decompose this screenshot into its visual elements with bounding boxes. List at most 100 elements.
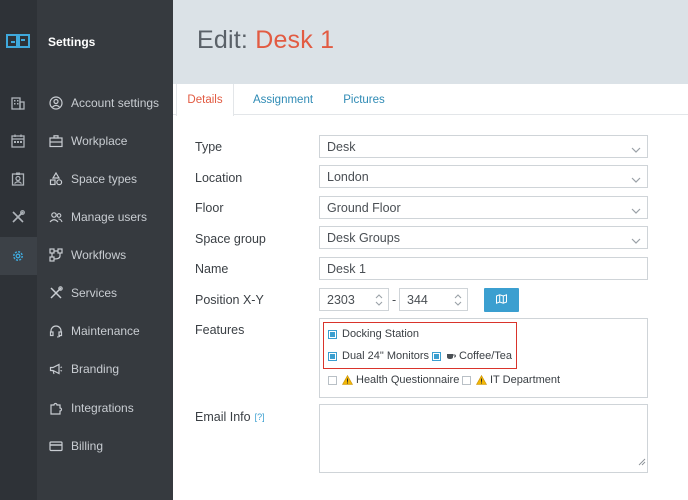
calendar-icon[interactable] [9,132,27,150]
map-icon [496,291,507,309]
sidebar-item-billing[interactable]: Billing [37,427,173,465]
email-info-textarea[interactable] [319,404,648,473]
puzzle-icon [48,400,64,416]
name-label: Name [195,262,229,276]
sidebar-item-label: Maintenance [71,324,140,338]
feature-health-questionnaire[interactable]: Health Questionnaire [328,374,459,386]
settings-menu: Settings Account settings Workplace Spac… [37,0,173,500]
stepper-arrows-icon[interactable] [375,292,383,311]
sidebar-item-label: Integrations [71,401,134,415]
users-icon [48,209,64,225]
feature-label: Health Questionnaire [356,374,460,386]
type-select[interactable]: Desk [319,135,648,158]
name-input-value: Desk 1 [327,261,366,276]
floor-label: Floor [195,201,224,215]
space-group-select[interactable]: Desk Groups [319,226,648,249]
feature-docking-station[interactable]: Docking Station [328,328,419,340]
megaphone-icon [48,361,64,377]
warning-icon [342,375,353,385]
page-title: Edit: Desk 1 [197,26,334,55]
feature-label: IT Department [490,374,561,386]
space-group-label: Space group [195,232,266,246]
credit-card-icon [48,438,64,454]
tab-bar: Details Assignment Pictures [173,84,688,116]
feature-label: Dual 24" Monitors [342,350,430,362]
position-x-input[interactable]: 2303 [319,288,389,311]
page-header: Edit: Desk 1 [173,0,688,84]
app-logo [6,33,30,56]
location-select-value: London [327,169,369,184]
checkbox[interactable] [328,351,337,361]
checkbox[interactable] [432,351,441,361]
sidebar-item-label: Account settings [71,96,160,110]
checkbox[interactable] [328,329,337,339]
workflow-icon [48,247,64,263]
feature-it-department[interactable]: IT Department [462,374,560,386]
feature-label: Coffee/Tea [459,350,513,362]
sidebar-item-account-settings[interactable]: Account settings [37,84,173,122]
tools-icon [48,285,64,301]
sidebar-item-label: Workplace [71,134,128,148]
sidebar-item-manage-users[interactable]: Manage users [37,198,173,236]
page-title-prefix: Edit: [197,26,249,54]
email-info-label: Email Info [?] [195,410,265,424]
sidebar-item-workplace[interactable]: Workplace [37,122,173,160]
sidebar-item-integrations[interactable]: Integrations [37,389,173,427]
position-label: Position X-Y [195,293,264,307]
tab-pictures[interactable]: Pictures [336,84,392,115]
chevron-down-icon [631,143,641,157]
badge-icon[interactable] [9,170,27,188]
sidebar-item-label: Space types [71,172,138,186]
sidebar-item-label: Workflows [71,248,127,262]
building-icon[interactable] [9,94,27,112]
help-link[interactable]: [?] [255,412,265,422]
sidebar-item-label: Services [71,286,118,300]
location-label: Location [195,171,243,185]
feature-dual-monitors[interactable]: Dual 24" Monitors [328,350,429,362]
page-title-desk-name: Desk 1 [255,26,335,54]
type-select-value: Desk [327,139,356,154]
shapes-icon [48,171,64,187]
coffee-cup-icon [446,352,456,360]
floor-select-value: Ground Floor [327,200,401,215]
map-picker-button[interactable] [484,288,519,312]
tools-icon[interactable] [9,208,27,226]
type-label: Type [195,140,223,154]
location-select[interactable]: London [319,165,648,188]
position-separator: - [392,293,397,307]
checkbox[interactable] [328,375,337,385]
position-y-input[interactable]: 344 [399,288,468,311]
feature-label: Docking Station [342,328,420,340]
features-label: Features [195,323,245,337]
feature-coffee-tea[interactable]: Coffee/Tea [432,350,512,362]
headset-icon [48,323,64,339]
sidebar-item-branding[interactable]: Branding [37,350,173,388]
sidebar-item-maintenance[interactable]: Maintenance [37,312,173,350]
sidebar-item-services[interactable]: Services [37,274,173,312]
user-circle-icon [48,95,64,111]
warning-icon [476,375,487,385]
main-content: Edit: Desk 1 Details Assignment Pictures… [173,0,688,500]
sidebar-item-label: Billing [71,439,104,453]
email-info-label-text: Email Info [195,410,251,424]
position-x-value: 2303 [327,292,355,307]
name-input[interactable]: Desk 1 [319,257,648,280]
gear-icon[interactable] [9,247,27,265]
chevron-down-icon [631,204,641,218]
sidebar-item-workflows[interactable]: Workflows [37,236,173,274]
icon-rail [0,0,37,500]
chevron-down-icon [631,173,641,187]
checkbox[interactable] [462,375,471,385]
resize-handle-icon[interactable] [638,453,646,471]
position-y-value: 344 [407,292,428,307]
stepper-arrows-icon[interactable] [454,292,462,311]
sidebar-item-label: Manage users [71,210,148,224]
briefcase-icon [48,133,64,149]
tab-assignment[interactable]: Assignment [245,84,321,115]
sidebar-item-label: Branding [71,362,120,376]
sidebar-item-space-types[interactable]: Space types [37,160,173,198]
tab-details[interactable]: Details [176,84,234,116]
floor-select[interactable]: Ground Floor [319,196,648,219]
chevron-down-icon [631,234,641,248]
app-title: Settings [48,35,96,49]
